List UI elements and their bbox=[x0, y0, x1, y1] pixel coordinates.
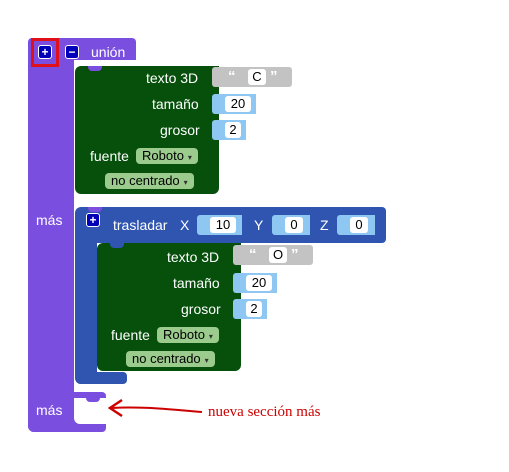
translate-y-input[interactable]: 0 bbox=[285, 217, 303, 233]
font-value: Roboto bbox=[163, 327, 205, 342]
text3d-2-font-dropdown[interactable]: Roboto ▾ bbox=[157, 327, 219, 343]
text3d-2-text-input[interactable]: O bbox=[269, 247, 287, 263]
text3d-2-thickness-label: grosor bbox=[181, 301, 221, 317]
text3d-2-label: texto 3D bbox=[167, 249, 220, 265]
text3d-block-2-notch bbox=[110, 243, 124, 248]
text3d-1-size-label: tamaño bbox=[152, 96, 199, 112]
text3d-2-size-label: tamaño bbox=[173, 275, 220, 291]
text3d-block-1-notch bbox=[88, 66, 102, 71]
union-add-button[interactable]: + bbox=[38, 45, 52, 59]
text3d-1-font-label: fuente bbox=[90, 148, 129, 164]
union-label: unión bbox=[91, 44, 126, 60]
open-quote: “ bbox=[249, 246, 257, 263]
union-block-spine bbox=[28, 56, 74, 432]
text3d-1-string-block[interactable]: “ C ” bbox=[212, 67, 292, 87]
text3d-2-string-block[interactable]: “ O ” bbox=[233, 245, 313, 265]
text3d-1-text-input[interactable]: C bbox=[248, 69, 266, 85]
text3d-1-thickness-input[interactable]: 2 bbox=[225, 122, 241, 138]
annotation-text: nueva sección más bbox=[208, 404, 321, 420]
text3d-1-align-dropdown[interactable]: no centrado ▾ bbox=[105, 173, 194, 189]
translate-label: trasladar bbox=[113, 217, 168, 233]
text3d-2-font-label: fuente bbox=[111, 327, 150, 343]
translate-x-label: X bbox=[180, 217, 190, 233]
translate-x-input[interactable]: 10 bbox=[210, 217, 236, 233]
text3d-1-thickness-label: grosor bbox=[160, 122, 200, 138]
chevron-down-icon: ▾ bbox=[208, 332, 213, 341]
text3d-1-size-input[interactable]: 20 bbox=[225, 96, 251, 112]
align-value: no centrado bbox=[132, 351, 201, 366]
align-value: no centrado bbox=[111, 173, 180, 188]
translate-block-notch bbox=[88, 207, 102, 212]
translate-z-input[interactable]: 0 bbox=[350, 217, 368, 233]
translate-block-spine bbox=[75, 240, 97, 384]
chevron-down-icon: ▾ bbox=[204, 356, 209, 365]
text3d-2-size-input[interactable]: 20 bbox=[246, 275, 272, 291]
annotation-arrow-icon bbox=[107, 398, 203, 418]
mas-label-2: más bbox=[36, 402, 63, 418]
close-quote: ” bbox=[270, 68, 278, 85]
empty-slot-notch bbox=[86, 396, 100, 402]
text3d-2-align-dropdown[interactable]: no centrado ▾ bbox=[126, 351, 215, 367]
close-quote: ” bbox=[291, 246, 299, 263]
chevron-down-icon: ▾ bbox=[187, 153, 192, 162]
translate-block-foot bbox=[75, 372, 127, 384]
translate-y-label: Y bbox=[254, 217, 264, 233]
open-quote: “ bbox=[228, 68, 236, 85]
translate-z-label: Z bbox=[320, 217, 329, 233]
text3d-1-font-dropdown[interactable]: Roboto ▾ bbox=[136, 148, 198, 164]
mas-label-1: más bbox=[36, 212, 63, 228]
font-value: Roboto bbox=[142, 148, 184, 163]
text3d-1-label: texto 3D bbox=[146, 70, 199, 86]
chevron-down-icon: ▾ bbox=[183, 178, 188, 187]
union-remove-button[interactable]: − bbox=[65, 45, 79, 59]
translate-add-button[interactable]: + bbox=[86, 213, 100, 227]
text3d-2-thickness-input[interactable]: 2 bbox=[246, 301, 262, 317]
